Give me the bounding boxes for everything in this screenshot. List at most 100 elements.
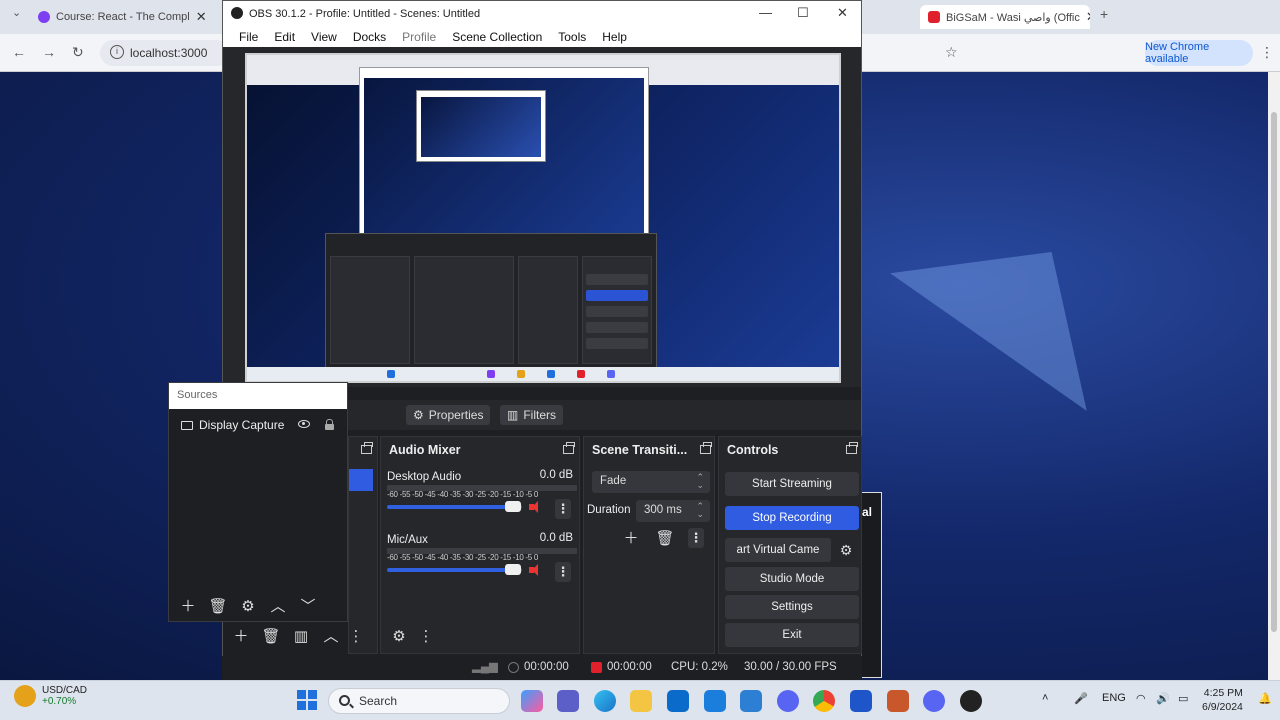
copilot-icon[interactable] — [521, 690, 543, 712]
edge-icon[interactable] — [594, 690, 616, 712]
float-dock-icon[interactable] — [563, 442, 575, 454]
browser-tab-title: Course: React - The Compl — [56, 11, 190, 23]
notification-bell-icon[interactable]: 🔔 — [1258, 692, 1272, 705]
chrome-icon[interactable] — [813, 690, 835, 712]
stop-recording-button[interactable]: Stop Recording — [725, 506, 859, 530]
add-icon[interactable]: ＋ — [226, 625, 256, 647]
menu-file[interactable]: File — [231, 30, 266, 44]
page-scrollbar[interactable] — [1268, 72, 1280, 680]
minimize-icon[interactable]: — — [759, 5, 772, 20]
address-text: localhost:3000 — [130, 46, 208, 60]
menu-tools[interactable]: Tools — [550, 30, 594, 44]
chevron-up-icon[interactable]: ︿ — [263, 595, 293, 617]
float-dock-icon[interactable] — [361, 442, 373, 454]
menu-docks[interactable]: Docks — [345, 30, 394, 44]
scrollbar-thumb[interactable] — [1271, 112, 1277, 632]
kebab-menu-icon[interactable]: ⋮ — [346, 625, 366, 647]
fader-knob[interactable] — [505, 564, 521, 575]
file-explorer-icon[interactable] — [630, 690, 652, 712]
settings-button[interactable]: Settings — [725, 595, 859, 619]
forward-icon[interactable]: → — [42, 44, 56, 60]
chevron-down-icon[interactable]: ⌄ — [12, 6, 21, 19]
chevron-up-icon[interactable]: ︿ — [316, 625, 346, 647]
start-virtual-camera-button[interactable]: art Virtual Came — [725, 538, 831, 562]
mail-icon[interactable] — [704, 690, 726, 712]
spinner-icon[interactable]: ⌃ ⌄ — [696, 502, 704, 519]
browser-tab[interactable]: Course: React - The Compl ✕ — [30, 5, 205, 29]
battery-icon[interactable]: ▭ — [1178, 692, 1188, 705]
volume-icon[interactable]: 🔊 — [1156, 692, 1170, 705]
duration-input[interactable]: 300 ms ⌃ ⌄ — [636, 500, 710, 522]
teams-icon[interactable] — [557, 690, 579, 712]
kebab-menu-icon[interactable]: ⋮ — [688, 528, 704, 548]
xampp-icon[interactable] — [887, 690, 909, 712]
program-preview[interactable] — [245, 53, 841, 383]
taskbar-search[interactable]: Search — [328, 688, 510, 714]
stock-widget[interactable]: USD/CAD +0.70% — [14, 685, 87, 707]
speaker-muted-icon[interactable] — [529, 501, 541, 513]
stream-status-icon — [508, 662, 519, 673]
maximize-icon[interactable]: ☐ — [797, 5, 809, 21]
trash-icon[interactable]: 🗑 — [256, 625, 286, 647]
lightshot-icon[interactable] — [850, 690, 872, 712]
menu-view[interactable]: View — [303, 30, 345, 44]
store-icon[interactable] — [667, 690, 689, 712]
selected-scene[interactable] — [349, 469, 373, 491]
advanced-audio-gear-icon[interactable]: ⚙ — [384, 625, 414, 647]
trash-icon[interactable]: 🗑 — [203, 595, 233, 617]
transition-select[interactable]: Fade ⌃ ⌄ — [592, 471, 710, 493]
filters-button[interactable]: ▥ Filters — [500, 405, 564, 425]
address-bar[interactable]: i localhost:3000 — [100, 40, 230, 66]
kebab-menu-icon[interactable]: ⋮ — [555, 562, 571, 582]
speaker-muted-icon[interactable] — [529, 564, 541, 576]
menu-profile[interactable]: Profile — [394, 30, 444, 44]
lock-icon[interactable] — [325, 419, 334, 430]
menu-kebab-icon[interactable]: ⋮ — [1260, 44, 1274, 61]
exit-button[interactable]: Exit — [725, 623, 859, 647]
gear-icon[interactable]: ⚙ — [835, 539, 857, 561]
discord-icon[interactable] — [777, 690, 799, 712]
system-clock[interactable]: 4:25 PM 6/9/2024 — [1202, 686, 1243, 714]
discord-icon[interactable] — [923, 690, 945, 712]
start-streaming-button[interactable]: Start Streaming — [725, 472, 859, 496]
close-icon[interactable]: ✕ — [837, 5, 848, 21]
add-icon[interactable]: ＋ — [616, 527, 646, 549]
kebab-menu-icon[interactable]: ⋮ — [555, 499, 571, 519]
vscode-icon[interactable] — [740, 690, 762, 712]
properties-button[interactable]: ⚙ Properties — [406, 405, 491, 425]
sources-dock: Sources Display Capture ＋ 🗑 ⚙ ︿ ﹀ — [168, 382, 348, 622]
wifi-icon[interactable]: ◠ — [1136, 692, 1146, 705]
source-item[interactable]: Display Capture — [175, 415, 343, 435]
kebab-menu-icon[interactable]: ⋮ — [414, 625, 438, 647]
menu-scene-collection[interactable]: Scene Collection — [444, 30, 550, 44]
trash-icon[interactable]: 🗑 — [650, 527, 680, 549]
microphone-icon[interactable]: 🎤 — [1074, 692, 1088, 705]
float-dock-icon[interactable] — [846, 442, 858, 454]
fader-knob[interactable] — [505, 501, 521, 512]
studio-mode-button[interactable]: Studio Mode — [725, 567, 859, 591]
browser-tab[interactable]: BiGSaM - Wasi واصي (Offic ✕ — [920, 5, 1090, 29]
float-dock-icon[interactable] — [700, 442, 712, 454]
bookmark-star-icon[interactable]: ☆ — [945, 44, 958, 61]
windows-start-icon[interactable] — [297, 690, 317, 710]
close-icon[interactable]: ✕ — [196, 9, 205, 25]
language-indicator[interactable]: ENG — [1102, 692, 1126, 704]
new-tab-icon[interactable]: + — [1100, 6, 1108, 22]
info-icon[interactable]: i — [110, 45, 124, 59]
add-icon[interactable]: ＋ — [173, 595, 203, 617]
menu-help[interactable]: Help — [594, 30, 635, 44]
reload-icon[interactable]: ↻ — [72, 44, 84, 61]
tray-overflow-icon[interactable]: ˄ — [1042, 692, 1048, 704]
back-icon[interactable]: ← — [12, 44, 26, 60]
status-bar: ▂▄▆ 00:00:00 00:00:00 CPU: 0.2% 30.00 / … — [222, 656, 862, 680]
obs-icon[interactable] — [960, 690, 982, 712]
volume-fader[interactable] — [387, 505, 522, 509]
gear-icon[interactable]: ⚙ — [233, 595, 263, 617]
new-chrome-button[interactable]: New Chrome available — [1145, 40, 1253, 66]
filter-icon[interactable]: ▥ — [286, 625, 316, 647]
chevron-down-icon[interactable]: ﹀ — [293, 595, 323, 617]
volume-fader[interactable] — [387, 568, 522, 572]
close-icon[interactable]: ✕ — [1086, 9, 1090, 25]
eye-icon[interactable] — [298, 420, 310, 428]
menu-edit[interactable]: Edit — [266, 30, 303, 44]
